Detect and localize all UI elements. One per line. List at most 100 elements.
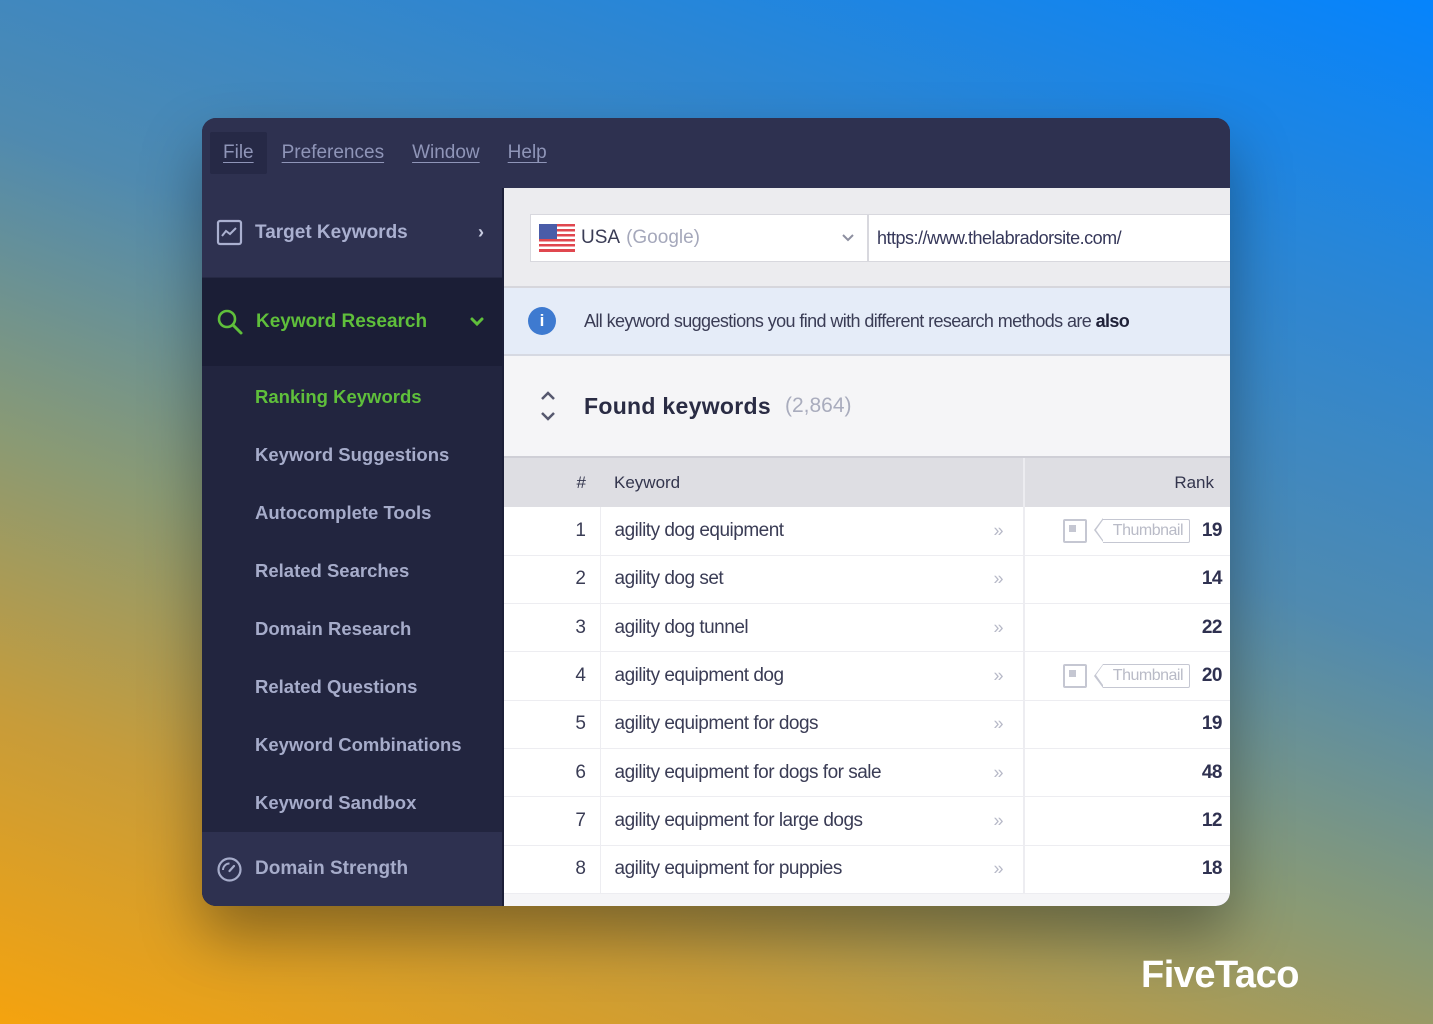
found-keywords-header: Found keywords (2,864)	[504, 356, 1230, 456]
rank-cell: Thumbnail 20	[1023, 651, 1230, 701]
toolbar: USA (Google) https://www.thelabradorsite…	[504, 188, 1230, 288]
row-number: 3	[504, 603, 600, 652]
column-header-number[interactable]: #	[504, 456, 600, 507]
sidebar-item-autocomplete-tools[interactable]: Autocomplete Tools	[202, 484, 502, 542]
rank-value: 14	[1201, 568, 1223, 590]
menu-bar: File Preferences Window Help	[202, 118, 1230, 188]
row-number: 2	[504, 555, 600, 604]
keyword-cell: agility dog set »	[599, 555, 1024, 604]
keyword-research-submenu: Ranking Keywords Keyword Suggestions Aut…	[202, 366, 502, 832]
menu-help[interactable]: Help	[495, 132, 560, 174]
app-window: File Preferences Window Help Target Keyw…	[202, 118, 1230, 906]
sidebar-item-ranking-keywords[interactable]: Ranking Keywords	[202, 368, 502, 426]
sidebar-item-label: Target Keywords	[255, 221, 408, 243]
thumbnail-icon	[1062, 664, 1087, 689]
table-row[interactable]: 1 agility dog equipment » Thumbnail 19	[504, 507, 1230, 556]
keyword-cell: agility dog equipment »	[599, 507, 1024, 556]
double-chevron-right-icon[interactable]: »	[993, 714, 1003, 735]
rank-value: 19	[1201, 713, 1223, 735]
sidebar-item-target-keywords[interactable]: Target Keywords ›	[202, 188, 502, 278]
keyword-text: agility dog tunnel	[614, 616, 749, 638]
keyword-cell: agility equipment for dogs for sale »	[599, 748, 1024, 797]
sidebar-item-keyword-sandbox[interactable]: Keyword Sandbox	[202, 774, 502, 832]
rank-cell: 18	[1023, 845, 1230, 894]
keyword-text: agility equipment for puppies	[614, 858, 843, 880]
row-number: 6	[504, 748, 600, 797]
sidebar: Target Keywords › Keyword Research Ranki…	[202, 188, 502, 906]
sidebar-item-keyword-suggestions[interactable]: Keyword Suggestions	[202, 426, 502, 484]
chart-icon	[216, 219, 243, 246]
chevron-right-icon: ›	[478, 222, 484, 242]
thumbnail-tag: Thumbnail	[1093, 663, 1190, 689]
keyword-cell: agility equipment for puppies »	[599, 845, 1024, 894]
row-number: 7	[504, 796, 600, 846]
rank-cell: 48	[1023, 748, 1230, 797]
keyword-cell: agility equipment for dogs »	[599, 700, 1024, 749]
table-row[interactable]: 8 agility equipment for puppies » 18	[504, 845, 1230, 894]
table-row[interactable]: 2 agility dog set » 14	[504, 555, 1230, 604]
menu-file[interactable]: File	[210, 132, 267, 174]
found-keywords-count: (2,864)	[784, 394, 852, 417]
search-engine: (Google)	[626, 227, 700, 248]
keyword-text: agility equipment for large dogs	[614, 809, 864, 831]
rank-cell: 22	[1023, 603, 1230, 652]
row-number: 8	[504, 845, 600, 894]
country-name: USA	[581, 227, 621, 248]
rank-cell: Thumbnail 19	[1023, 507, 1230, 556]
keywords-table: # Keyword Rank 1 agility dog equipment »…	[504, 456, 1230, 894]
found-keywords-title: Found keywords	[584, 392, 771, 419]
url-input[interactable]: https://www.thelabradorsite.com/	[868, 214, 1230, 262]
table-header-row: # Keyword Rank	[504, 456, 1230, 507]
rank-value: 20	[1201, 665, 1223, 687]
info-banner: i All keyword suggestions you find with …	[504, 288, 1230, 356]
menu-window[interactable]: Window	[399, 132, 493, 174]
rank-value: 48	[1201, 761, 1223, 783]
double-chevron-right-icon[interactable]: »	[993, 520, 1003, 541]
chevron-down-icon	[470, 317, 484, 327]
table-row[interactable]: 4 agility equipment dog » Thumbnail 20	[504, 651, 1230, 701]
main-panel: USA (Google) https://www.thelabradorsite…	[502, 188, 1230, 906]
keyword-cell: agility equipment for large dogs »	[599, 796, 1024, 846]
column-header-rank[interactable]: Rank	[1023, 456, 1230, 507]
table-row[interactable]: 3 agility dog tunnel » 22	[504, 603, 1230, 652]
double-chevron-right-icon[interactable]: »	[993, 666, 1003, 687]
double-chevron-right-icon[interactable]: »	[993, 859, 1003, 880]
us-flag-icon	[539, 224, 575, 252]
keyword-text: agility equipment dog	[614, 665, 785, 687]
keyword-text: agility equipment for dogs for sale	[614, 761, 882, 783]
rank-value: 19	[1201, 519, 1223, 541]
keyword-cell: agility dog tunnel »	[599, 603, 1024, 652]
sidebar-item-related-searches[interactable]: Related Searches	[202, 542, 502, 600]
thumbnail-icon	[1062, 518, 1087, 543]
table-row[interactable]: 5 agility equipment for dogs » 19	[504, 700, 1230, 749]
brand-logo: FiveTaco	[1141, 954, 1299, 996]
column-header-keyword[interactable]: Keyword	[600, 456, 1024, 507]
rank-cell: 14	[1023, 555, 1230, 604]
table-row[interactable]: 7 agility equipment for large dogs » 12	[504, 796, 1230, 846]
country-select[interactable]: USA (Google)	[530, 214, 868, 262]
chevron-down-icon	[842, 234, 854, 242]
info-text: All keyword suggestions you find with di…	[584, 310, 1130, 331]
sidebar-section-label: Keyword Research	[256, 311, 428, 332]
collapse-toggle-icon[interactable]	[538, 389, 558, 423]
sidebar-item-keyword-combinations[interactable]: Keyword Combinations	[202, 716, 502, 774]
menu-preferences[interactable]: Preferences	[269, 132, 397, 174]
double-chevron-right-icon[interactable]: »	[993, 617, 1003, 638]
double-chevron-right-icon[interactable]: »	[993, 569, 1003, 590]
sidebar-section-keyword-research[interactable]: Keyword Research	[202, 278, 502, 366]
rank-value: 18	[1201, 858, 1223, 880]
keyword-text: agility dog equipment	[614, 519, 785, 541]
row-number: 5	[504, 700, 600, 749]
gauge-icon	[217, 856, 242, 882]
rank-value: 22	[1201, 616, 1223, 638]
rank-cell: 12	[1023, 796, 1230, 846]
sidebar-item-related-questions[interactable]: Related Questions	[202, 658, 502, 716]
double-chevron-right-icon[interactable]: »	[993, 810, 1003, 831]
keyword-text: agility equipment for dogs	[614, 713, 819, 735]
double-chevron-right-icon[interactable]: »	[993, 762, 1003, 783]
sidebar-item-domain-research[interactable]: Domain Research	[202, 600, 502, 658]
table-row[interactable]: 6 agility equipment for dogs for sale » …	[504, 748, 1230, 797]
row-number: 1	[504, 507, 600, 556]
rank-cell: 19	[1023, 700, 1230, 749]
sidebar-item-domain-strength[interactable]: Domain Strength	[202, 832, 502, 906]
